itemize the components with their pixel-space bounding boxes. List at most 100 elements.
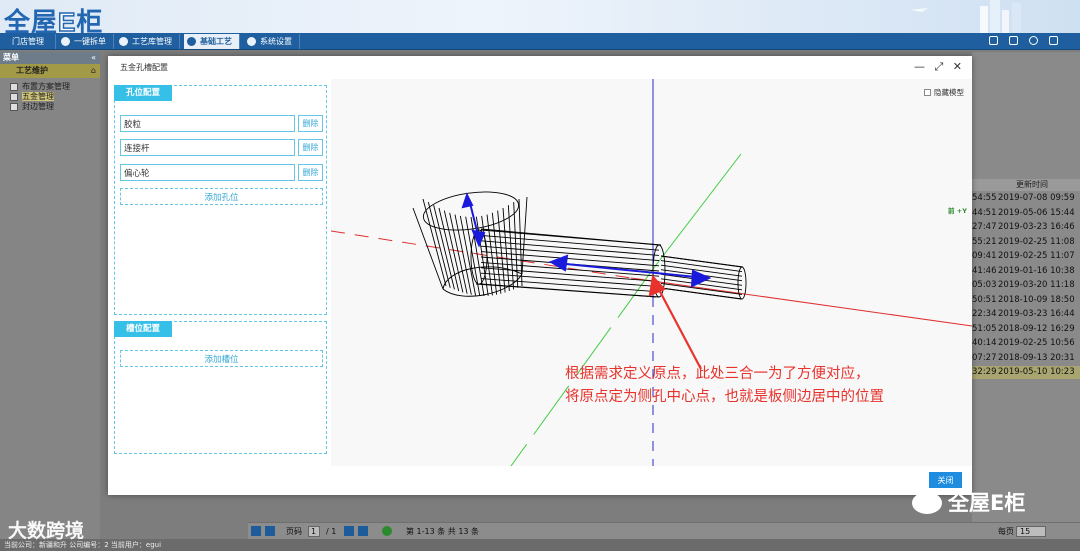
user-icon[interactable] bbox=[1009, 36, 1019, 45]
delete-hole-button[interactable]: 删除 bbox=[298, 164, 323, 181]
table-row[interactable]: 40:14 2019-02-25 10:56 bbox=[972, 337, 1080, 350]
add-slot-button[interactable]: 添加槽位 bbox=[120, 350, 323, 367]
wechat-icon bbox=[912, 492, 942, 514]
table-row[interactable]: 07:27 2018-09-13 20:31 bbox=[972, 352, 1080, 365]
dialog-window-controls: — ⤢ ✕ bbox=[908, 60, 962, 74]
menu-tab-system-settings[interactable]: 系统设置 bbox=[244, 34, 300, 49]
table-row[interactable]: 54:55 2019-07-08 09:59 bbox=[972, 192, 1080, 205]
hole-config-title: 孔位配置 bbox=[114, 85, 173, 101]
table-cell: 55:21 bbox=[972, 236, 997, 247]
last-page-button[interactable] bbox=[358, 526, 368, 536]
next-page-button[interactable] bbox=[344, 526, 354, 536]
checkbox-icon[interactable] bbox=[924, 89, 931, 96]
y-axis-label: 前 +Y bbox=[948, 207, 967, 215]
home-icon: ⌂ bbox=[90, 66, 96, 75]
close-dialog-button[interactable]: 关闭 bbox=[929, 472, 962, 488]
file-icon bbox=[10, 93, 18, 101]
sidebar-item-hardware[interactable]: 五金管理 bbox=[10, 92, 100, 102]
gear-icon[interactable] bbox=[1029, 36, 1039, 45]
table-row[interactable]: 09:41 2019-02-25 11:07 bbox=[972, 250, 1080, 263]
table-row[interactable]: 22:34 2019-03-23 16:44 bbox=[972, 308, 1080, 321]
table-row[interactable]: 05:03 2019-03-20 11:18 bbox=[972, 279, 1080, 292]
first-page-button[interactable] bbox=[251, 526, 261, 536]
hide-model-toggle[interactable]: 隐藏模型 bbox=[924, 87, 964, 98]
wireframe-edge bbox=[513, 202, 519, 288]
gear-icon bbox=[187, 37, 196, 46]
page-label: 页码 bbox=[286, 527, 302, 536]
menu-tab-store[interactable]: 门店管理 bbox=[2, 34, 56, 49]
hole-name-input[interactable] bbox=[120, 139, 295, 156]
table-cell-update-time: 2019-03-23 16:46 bbox=[998, 222, 1075, 232]
annotation-pointer-arrow bbox=[648, 274, 702, 370]
table-row[interactable]: 32:29 2019-05-10 10:23 bbox=[972, 366, 1080, 379]
table-row[interactable]: 27:47 2019-03-23 16:46 bbox=[972, 221, 1080, 234]
table-row[interactable]: 44:51 2019-05-06 15:44 bbox=[972, 207, 1080, 220]
wireframe-edge bbox=[486, 214, 498, 295]
table-cell-update-time: 2019-05-10 10:23 bbox=[998, 367, 1075, 377]
left-sidebar: «菜单 ⌂ 工艺维护 布置方案管理 五金管理 封边管理 bbox=[0, 52, 100, 539]
grid-pager: 页码 1 / 1 第 1-13 条 共 13 条 每页 15 bbox=[248, 522, 1080, 539]
settings-icon bbox=[247, 37, 256, 46]
hole-row: 删除 bbox=[120, 164, 323, 181]
table-row[interactable]: 51:05 2018-09-12 16:29 bbox=[972, 323, 1080, 336]
table-cell-update-time: 2019-05-06 15:44 bbox=[998, 207, 1075, 218]
per-page-select[interactable]: 15 bbox=[1016, 526, 1046, 537]
table-cell-update-time: 2019-03-20 11:18 bbox=[998, 280, 1075, 290]
add-hole-button[interactable]: 添加孔位 bbox=[120, 188, 323, 205]
hole-row: 删除 bbox=[120, 115, 323, 132]
table-cell: 41:46 bbox=[972, 265, 997, 276]
data-grid: 更新时间 54:55 2019-07-08 09:59 44:51 2019-05-0… bbox=[972, 52, 1080, 522]
table-cell: 40:14 bbox=[972, 338, 997, 348]
menu-tab-split-order[interactable]: 一键拆单 bbox=[58, 34, 114, 49]
record-range: 第 1-13 条 共 13 条 bbox=[406, 527, 480, 536]
table-cell: 50:51 bbox=[972, 294, 997, 305]
table-cell-update-time: 2019-02-25 10:56 bbox=[998, 338, 1075, 348]
prev-page-button[interactable] bbox=[265, 526, 275, 536]
annotation-text: 根据需求定义原点，此处三合一为了方便对应， 将原点定为侧孔中心点，也就是板侧边居… bbox=[565, 366, 884, 405]
sidebar-item-edge-banding[interactable]: 封边管理 bbox=[10, 102, 100, 112]
menu-tab-process-library[interactable]: 工艺库管理 bbox=[116, 34, 180, 49]
hole-name-input[interactable] bbox=[120, 115, 295, 132]
dialog-title: 五金孔槽配置 bbox=[120, 63, 168, 72]
slot-config-section: 槽位配置 添加槽位 bbox=[114, 321, 327, 454]
maximize-icon[interactable]: ⤢ bbox=[934, 60, 943, 73]
collapse-icon[interactable]: « bbox=[91, 52, 96, 64]
hole-direction-arrows bbox=[461, 192, 712, 288]
table-cell-update-time: 2019-02-25 11:08 bbox=[998, 236, 1075, 247]
page-number-input[interactable]: 1 bbox=[308, 526, 320, 537]
table-row[interactable]: 55:21 2019-02-25 11:08 bbox=[972, 236, 1080, 249]
lock-icon[interactable] bbox=[989, 36, 999, 45]
delete-hole-button[interactable]: 删除 bbox=[298, 139, 323, 156]
sidebar-section-process[interactable]: ⌂ 工艺维护 bbox=[0, 64, 100, 78]
sidebar-tree: 布置方案管理 五金管理 封边管理 bbox=[0, 78, 100, 112]
close-icon[interactable]: ✕ bbox=[953, 60, 962, 73]
wireframe-edge bbox=[660, 282, 743, 295]
hole-name-input[interactable] bbox=[120, 164, 295, 181]
minimize-icon[interactable]: — bbox=[914, 60, 925, 73]
exit-icon[interactable] bbox=[1049, 36, 1058, 45]
delete-hole-button[interactable]: 删除 bbox=[298, 115, 323, 132]
check-circle-icon bbox=[61, 37, 70, 46]
wireframe-edge bbox=[480, 283, 660, 298]
y-axis-positive bbox=[652, 153, 742, 270]
page-total: / 1 bbox=[326, 527, 337, 536]
table-cell-update-time: 2019-01-16 10:38 bbox=[998, 265, 1075, 276]
slot-config-title: 槽位配置 bbox=[114, 321, 173, 337]
wireframe-edge bbox=[427, 202, 451, 288]
menu-tab-basic-process[interactable]: 基础工艺 bbox=[184, 34, 240, 49]
watermark-brand: 全屋E柜 bbox=[912, 487, 1025, 517]
hole-row: 删除 bbox=[120, 139, 323, 156]
table-cell: 54:55 bbox=[972, 193, 997, 203]
wireframe-edge bbox=[480, 278, 660, 293]
hole-config-section: 孔位配置 删除 删除 删除 添加孔位 bbox=[114, 85, 327, 315]
sidebar-header: «菜单 bbox=[0, 52, 100, 64]
table-cell: 32:29 bbox=[972, 367, 997, 377]
table-cell-update-time: 2018-09-13 20:31 bbox=[998, 352, 1075, 363]
table-row[interactable]: 41:46 2019-01-16 10:38 bbox=[972, 265, 1080, 278]
refresh-icon[interactable] bbox=[382, 526, 392, 536]
grid-column-header-update-time[interactable]: 更新时间 bbox=[972, 179, 1080, 191]
sidebar-item-layout-plan[interactable]: 布置方案管理 bbox=[10, 82, 100, 92]
table-cell-update-time: 2018-10-09 18:50 bbox=[998, 294, 1075, 305]
app-header: 全屋E柜 bbox=[0, 0, 1080, 38]
table-row[interactable]: 50:51 2018-10-09 18:50 bbox=[972, 294, 1080, 307]
